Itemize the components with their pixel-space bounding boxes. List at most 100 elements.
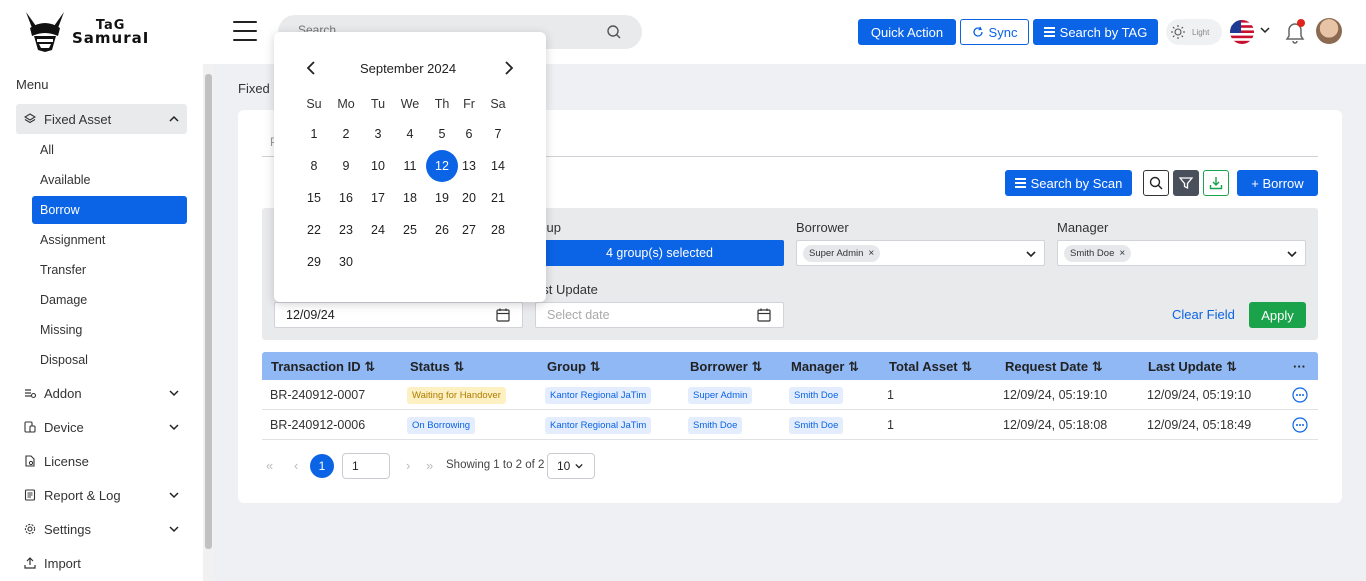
col-request-date[interactable]: Request Date ⇅ — [1005, 359, 1103, 375]
sync-button[interactable]: Sync — [960, 19, 1029, 45]
report-icon — [24, 489, 36, 501]
calendar-day[interactable]: 13 — [453, 150, 485, 182]
first-page-icon[interactable]: « — [266, 458, 273, 473]
calendar-day[interactable]: 18 — [394, 182, 426, 214]
search-by-tag-button[interactable]: Search by TAG — [1033, 19, 1158, 45]
current-page[interactable]: 1 — [310, 454, 334, 478]
table-row[interactable]: BR-240912-0006 On Borrowing Kantor Regio… — [262, 410, 1318, 440]
sidebar-sub-assignment[interactable]: Assignment — [32, 226, 187, 254]
page-size-select[interactable]: 10 — [547, 453, 595, 479]
sidebar-sub-all[interactable]: All — [32, 136, 187, 164]
sidebar-item-fixed-asset[interactable]: Fixed Asset — [16, 104, 187, 134]
col-last-update[interactable]: Last Update ⇅ — [1148, 359, 1237, 375]
manager-label: Manager — [1057, 220, 1109, 235]
calendar-day[interactable]: 9 — [330, 150, 362, 182]
sidebar-item-import[interactable]: Import — [16, 548, 187, 578]
brand-logo[interactable]: TaG SamuraI — [22, 10, 149, 54]
cell-total-asset: 1 — [887, 418, 894, 432]
calendar-day[interactable]: 2 — [330, 118, 362, 150]
calendar-day[interactable]: 8 — [298, 150, 330, 182]
calendar-icon[interactable] — [757, 308, 771, 322]
close-icon[interactable]: × — [868, 248, 874, 259]
sidebar-sub-damage[interactable]: Damage — [32, 286, 187, 314]
calendar-day[interactable]: 30 — [330, 246, 362, 278]
calendar-day[interactable]: 4 — [394, 118, 426, 150]
group-select[interactable]: 4 group(s) selected — [535, 240, 784, 266]
close-icon[interactable]: × — [1119, 248, 1125, 259]
next-page-icon[interactable]: › — [406, 458, 410, 473]
borrower-select[interactable]: Super Admin × — [796, 240, 1045, 266]
sidebar-item-report-log[interactable]: Report & Log — [16, 480, 187, 510]
cell-request-date: 12/09/24, 05:18:08 — [1003, 418, 1108, 432]
more-options-icon[interactable] — [1292, 417, 1308, 433]
clear-field-link[interactable]: Clear Field — [1172, 307, 1235, 322]
hamburger-menu-icon[interactable] — [233, 21, 257, 41]
theme-toggle[interactable]: Light — [1166, 19, 1222, 45]
calendar-icon[interactable] — [496, 308, 510, 322]
calendar-day[interactable]: 11 — [394, 150, 426, 182]
calendar-day[interactable]: 20 — [453, 182, 485, 214]
sidebar-item-device[interactable]: Device — [16, 412, 187, 442]
request-date-input[interactable]: 12/09/24 — [274, 302, 523, 328]
calendar-day[interactable]: 7 — [482, 118, 514, 150]
col-group[interactable]: Group ⇅ — [547, 359, 601, 375]
sidebar-sub-borrow[interactable]: Borrow — [32, 196, 187, 224]
sidebar-sub-available[interactable]: Available — [32, 166, 187, 194]
download-button[interactable] — [1203, 170, 1229, 196]
tag-list-icon — [1043, 27, 1055, 37]
last-update-input[interactable]: Select date — [535, 302, 784, 328]
sidebar-item-addon[interactable]: Addon — [16, 378, 187, 408]
calendar-day[interactable]: 24 — [362, 214, 394, 246]
sidebar-item-settings[interactable]: Settings — [16, 514, 187, 544]
sidebar-sub-transfer[interactable]: Transfer — [32, 256, 187, 284]
us-flag-icon[interactable] — [1230, 20, 1254, 44]
page-size-value: 10 — [557, 459, 571, 473]
sidebar-sub-missing[interactable]: Missing — [32, 316, 187, 344]
search-by-scan-button[interactable]: Search by Scan — [1005, 170, 1132, 196]
prev-page-icon[interactable]: ‹ — [294, 458, 298, 473]
chevron-right-icon[interactable] — [504, 61, 514, 75]
add-borrow-button[interactable]: + Borrow — [1237, 170, 1318, 196]
calendar-day[interactable]: 28 — [482, 214, 514, 246]
filter-button[interactable] — [1173, 170, 1199, 196]
bell-icon[interactable] — [1283, 19, 1307, 45]
calendar-day[interactable]: 29 — [298, 246, 330, 278]
col-transaction-id[interactable]: Transaction ID ⇅ — [271, 359, 375, 375]
last-page-icon[interactable]: » — [426, 458, 433, 473]
quick-action-button[interactable]: Quick Action — [858, 19, 956, 45]
calendar-day[interactable]: 25 — [394, 214, 426, 246]
calendar-day[interactable]: 17 — [362, 182, 394, 214]
calendar-day[interactable]: 27 — [453, 214, 485, 246]
calendar-day[interactable]: 16 — [330, 182, 362, 214]
more-columns-icon[interactable]: ··· — [1293, 359, 1306, 374]
calendar-weekday: Su — [306, 97, 322, 111]
search-icon[interactable] — [606, 24, 622, 40]
manager-select[interactable]: Smith Doe × — [1057, 240, 1306, 266]
sidebar-sub-disposal[interactable]: Disposal — [32, 346, 187, 374]
table-search-button[interactable] — [1143, 170, 1169, 196]
calendar-day[interactable]: 10 — [362, 150, 394, 182]
search-by-scan-label: Search by Scan — [1030, 175, 1123, 191]
avatar[interactable] — [1316, 18, 1342, 44]
table-row[interactable]: BR-240912-0007 Waiting for Handover Kant… — [262, 380, 1318, 410]
chevron-down-icon[interactable] — [1260, 25, 1270, 35]
calendar-day[interactable]: 3 — [362, 118, 394, 150]
col-total-asset[interactable]: Total Asset ⇅ — [889, 359, 972, 375]
calendar-day[interactable]: 14 — [482, 150, 514, 182]
sidebar-item-license[interactable]: License — [16, 446, 187, 476]
sidebar-scrollbar[interactable] — [203, 64, 214, 581]
calendar-day[interactable]: 6 — [453, 118, 485, 150]
col-status[interactable]: Status ⇅ — [410, 359, 464, 375]
apply-button[interactable]: Apply — [1249, 302, 1306, 328]
calendar-day[interactable]: 15 — [298, 182, 330, 214]
col-borrower[interactable]: Borrower ⇅ — [690, 359, 762, 375]
scrollbar-thumb[interactable] — [205, 74, 212, 549]
col-manager[interactable]: Manager ⇅ — [791, 359, 859, 375]
calendar-day[interactable]: 22 — [298, 214, 330, 246]
calendar-day[interactable]: 1 — [298, 118, 330, 150]
calendar-day[interactable]: 23 — [330, 214, 362, 246]
manager-badge: Smith Doe — [789, 387, 844, 404]
more-options-icon[interactable] — [1292, 387, 1308, 403]
page-input[interactable]: 1 — [342, 453, 390, 479]
calendar-day[interactable]: 21 — [482, 182, 514, 214]
